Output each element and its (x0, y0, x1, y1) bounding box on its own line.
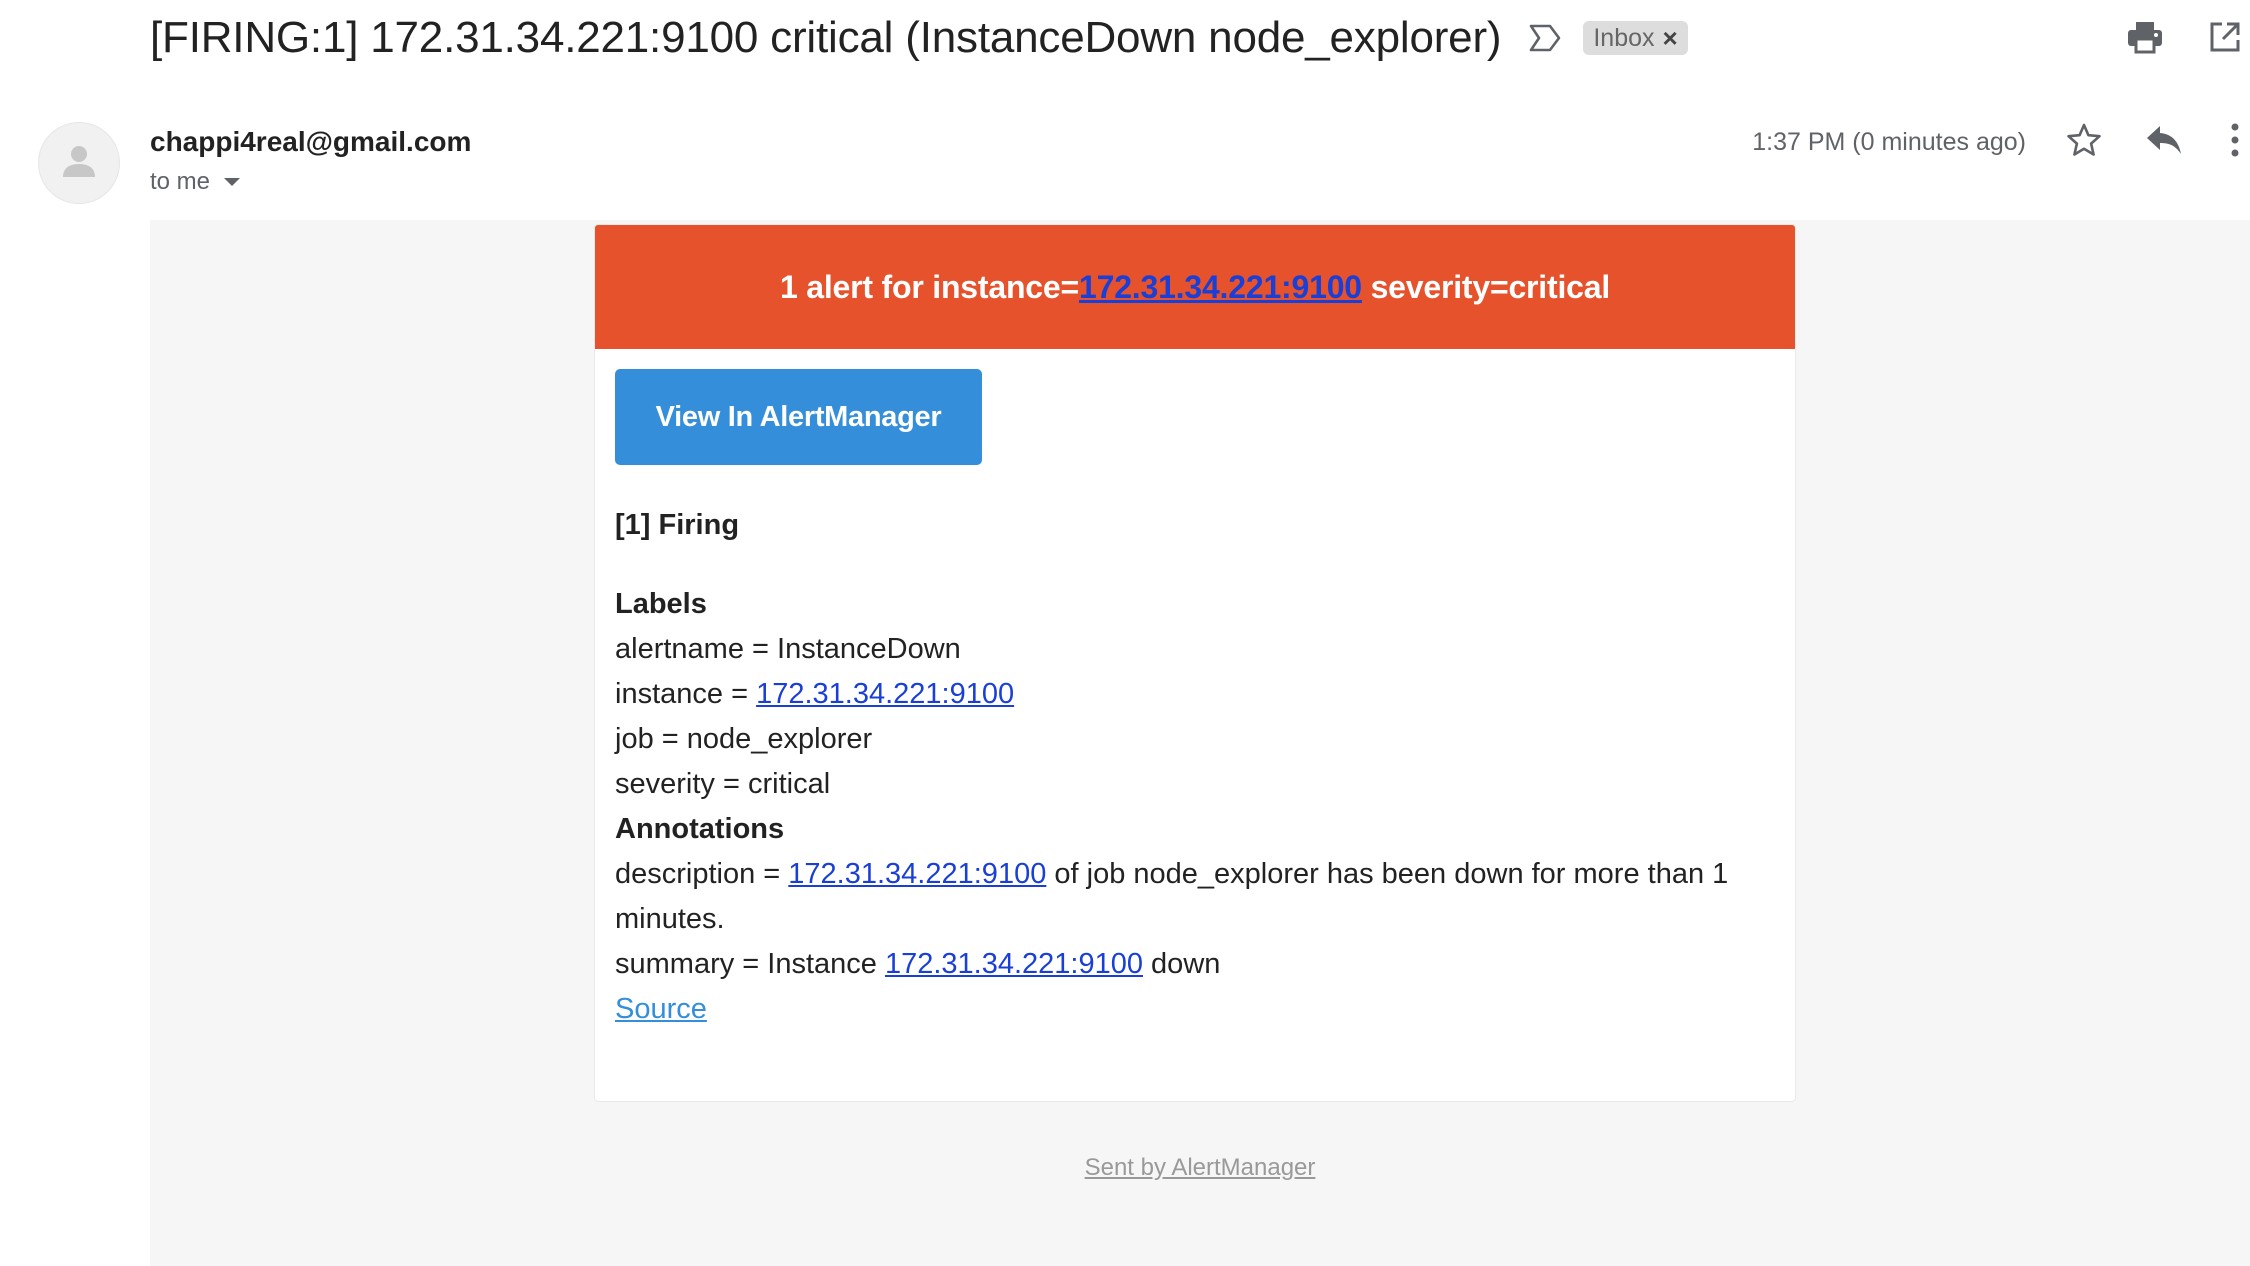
default-person-icon (59, 141, 99, 186)
remove-label-button[interactable]: × (1663, 23, 1678, 54)
sender-avatar (38, 122, 120, 204)
star-icon (2066, 122, 2102, 163)
open-in-new-window-icon (2209, 21, 2241, 58)
annotation-summary-key: summary = Instance (615, 948, 885, 980)
star-button[interactable] (2060, 118, 2108, 166)
label-job: job = node_explorer (615, 723, 873, 755)
sent-by-alertmanager-link[interactable]: Sent by AlertManager (1085, 1154, 1316, 1181)
importance-marker-icon[interactable] (1527, 20, 1563, 56)
email-body: 1 alert for instance= 172.31.34.221:9100 … (150, 220, 2250, 1266)
alert-header-instance-link[interactable]: 172.31.34.221:9100 (1079, 269, 1362, 306)
label-instance-link[interactable]: 172.31.34.221:9100 (756, 678, 1014, 710)
alert-header: 1 alert for instance= 172.31.34.221:9100 … (595, 225, 1795, 349)
annotation-description-link[interactable]: 172.31.34.221:9100 (788, 858, 1046, 890)
message-timestamp: 1:37 PM (0 minutes ago) (1752, 127, 2026, 156)
alert-header-prefix: 1 alert for instance= (779, 268, 1079, 305)
print-button[interactable] (2120, 14, 2170, 64)
open-in-new-window-button[interactable] (2200, 14, 2250, 64)
annotation-summary: summary = Instance 172.31.34.221:9100 do… (615, 942, 1775, 987)
annotations-title: Annotations (615, 813, 785, 845)
subject-row: [FIRING:1] 172.31.34.221:9100 critical (… (150, 6, 1688, 70)
recipient-label: to me (150, 168, 211, 195)
label-instance: instance = 172.31.34.221:9100 (615, 672, 1775, 717)
printer-icon (2127, 20, 2163, 59)
annotation-summary-link[interactable]: 172.31.34.221:9100 (885, 948, 1143, 980)
top-actions (2090, 14, 2250, 64)
inbox-label-chip: Inbox × (1583, 21, 1688, 55)
annotation-description-key: description = (615, 858, 789, 890)
firing-title: [1] Firing (615, 509, 740, 541)
chevron-down-icon (224, 178, 241, 186)
reply-icon (2145, 124, 2183, 161)
label-instance-key: instance = (615, 678, 757, 710)
alert-card: 1 alert for instance= 172.31.34.221:9100 … (594, 224, 1796, 1102)
email-subject: [FIRING:1] 172.31.34.221:9100 critical (… (150, 13, 1502, 62)
view-in-alertmanager-button[interactable]: View In AlertManager (615, 369, 982, 465)
label-severity: severity = critical (615, 768, 831, 800)
message-meta-actions: 1:37 PM (0 minutes ago) (1752, 120, 2250, 164)
source-link[interactable]: Source (615, 987, 707, 1032)
labels-title: Labels (615, 588, 707, 620)
annotation-summary-text: down (1143, 948, 1221, 980)
reply-button[interactable] (2140, 118, 2188, 166)
more-vertical-icon (2231, 123, 2239, 162)
footer: Sent by AlertManager (150, 1154, 2250, 1182)
alert-content: View In AlertManager [1] Firing Labels a… (595, 349, 1795, 1032)
annotation-description: description = 172.31.34.221:9100 of job … (615, 852, 1755, 942)
recipient-details-toggle[interactable]: to me (150, 168, 241, 196)
sender-email: chappi4real@gmail.com (150, 126, 472, 157)
alert-header-suffix: severity=critical (1361, 268, 1611, 305)
label-alertname: alertname = InstanceDown (615, 633, 961, 665)
more-options-button[interactable] (2220, 118, 2250, 166)
inbox-label-text: Inbox (1593, 23, 1655, 52)
